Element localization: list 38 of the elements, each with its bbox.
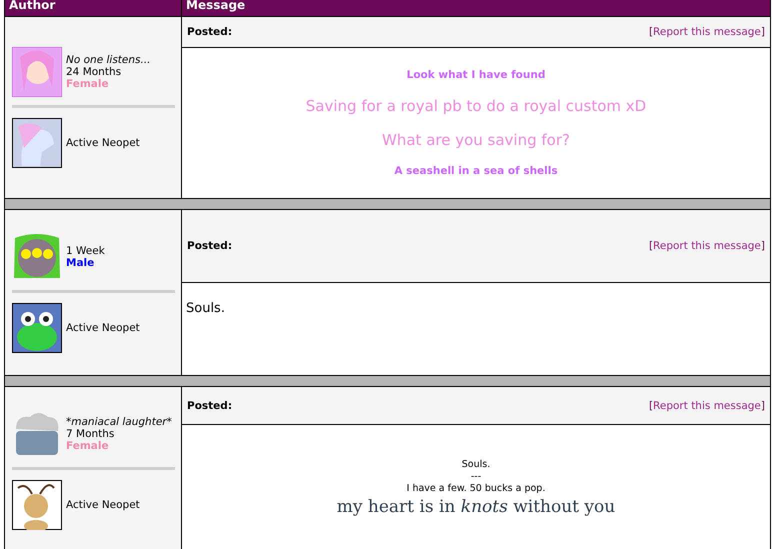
column-header: Author xyxy=(5,0,182,16)
column-header: Message xyxy=(185,0,246,14)
user-title: No one listens... xyxy=(66,54,151,66)
account-age: 1 Week xyxy=(66,245,105,257)
bracket: ] xyxy=(760,240,765,252)
posted-label: Posted: xyxy=(187,26,232,38)
bracket: [ xyxy=(648,400,654,412)
user-gender: Female xyxy=(66,440,110,452)
pet-status: Active Neopet xyxy=(66,498,140,510)
bracket: [ xyxy=(648,240,654,252)
pet-drawing xyxy=(12,303,62,353)
pet-status: Active Neopet xyxy=(66,137,140,149)
message-text: my heart is in knots without you xyxy=(336,497,616,517)
message-text: Look what I have found xyxy=(406,69,546,81)
bracket: ] xyxy=(760,400,765,412)
posted-label: Posted: xyxy=(187,240,232,252)
user-gender: Male xyxy=(66,257,96,269)
account-age: 7 Months xyxy=(66,428,116,440)
pet-drawing xyxy=(12,480,62,530)
user-gender: Female xyxy=(66,78,110,90)
account-age: 24 Months xyxy=(66,66,122,78)
posted-label: Posted: xyxy=(187,400,232,412)
message-text: A seashell in a sea of shells xyxy=(394,165,558,177)
bracket: ] xyxy=(760,26,765,38)
message-text: Souls. xyxy=(186,301,225,316)
message-text: Souls. xyxy=(462,459,490,471)
pet-drawing xyxy=(12,118,62,168)
message-text: I have a few. 50 bucks a pop. xyxy=(406,483,546,495)
bracket: [ xyxy=(648,26,654,38)
report-link[interactable]: Report this message xyxy=(653,400,761,412)
report-link[interactable]: Report this message xyxy=(653,26,761,38)
avatar-drawing xyxy=(12,47,62,97)
message-text: --- xyxy=(470,471,482,483)
pet-status: Active Neopet xyxy=(66,322,140,334)
message-text: What are you saving for? xyxy=(382,131,570,149)
message-text: Saving for a royal pb to do a royal custom xD xyxy=(306,97,646,115)
user-title: *maniacal laughter* xyxy=(66,416,172,428)
report-link[interactable]: Report this message xyxy=(653,240,761,252)
